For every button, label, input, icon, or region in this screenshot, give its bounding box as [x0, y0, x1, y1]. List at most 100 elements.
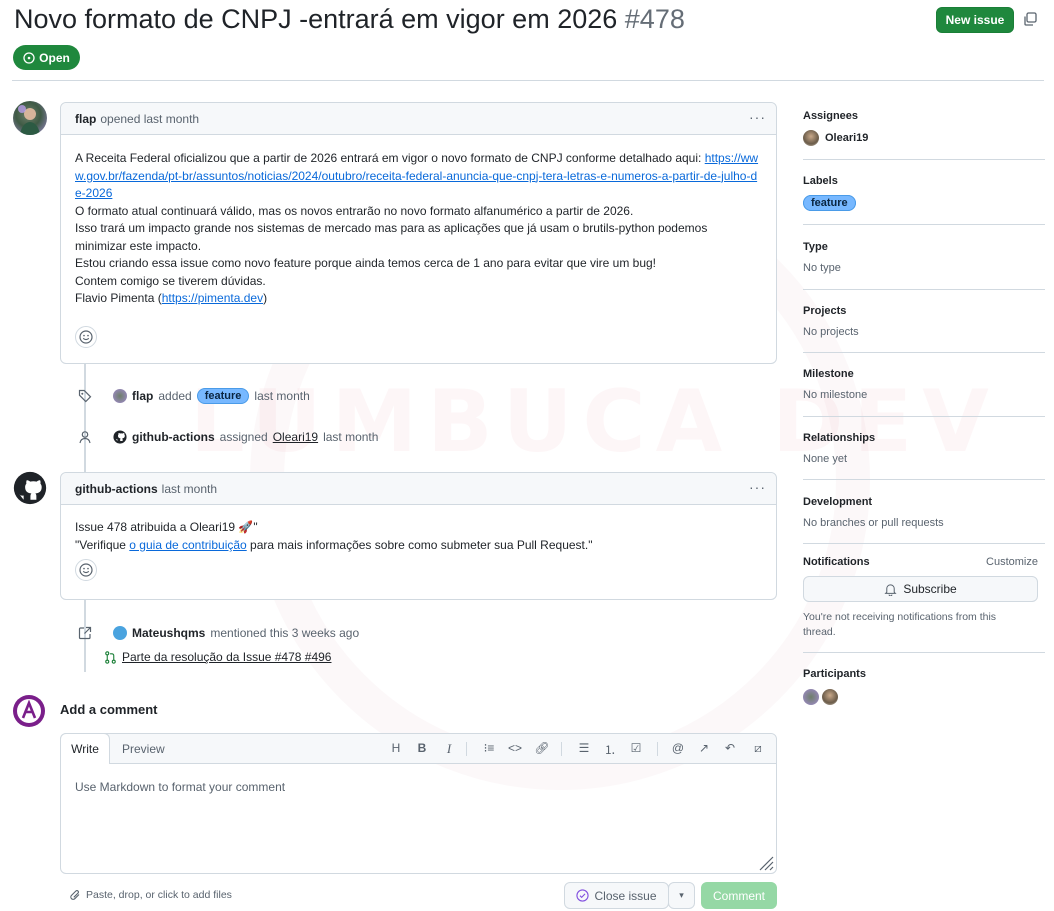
- sidebar-heading[interactable]: Relationships: [803, 432, 1045, 444]
- comment-button[interactable]: Comment: [701, 882, 777, 909]
- resize-handle-icon[interactable]: [754, 851, 774, 871]
- kebab-menu-icon[interactable]: ···: [749, 109, 766, 125]
- avatar[interactable]: [13, 101, 47, 135]
- sidebar-heading[interactable]: Labels: [803, 175, 1045, 187]
- quote-icon[interactable]: ⁝≡: [481, 741, 497, 755]
- timeline-event-labeled: flap added feature last month: [77, 388, 310, 404]
- participant-avatar[interactable]: [822, 689, 838, 705]
- comment-body: Issue 478 atribuida a Oleari19 🚀" "Verif…: [61, 505, 776, 593]
- github-actions-avatar[interactable]: [13, 471, 47, 505]
- label-badge[interactable]: feature: [196, 388, 250, 404]
- close-issue-button[interactable]: Close issue: [564, 882, 669, 909]
- close-issue-options-button[interactable]: ▾: [668, 882, 695, 909]
- comment-editor: Write Preview H B I ⁝≡ <> 🔗︎ ☰ ⒈ ☑ @ ↗ ↶…: [60, 733, 777, 874]
- add-comment-heading: Add a comment: [60, 702, 158, 717]
- bold-icon[interactable]: B: [414, 741, 430, 755]
- sidebar-heading: Notifications: [803, 556, 870, 568]
- sidebar-type: Type No type: [803, 241, 1045, 290]
- event-actor[interactable]: github-actions: [132, 430, 215, 444]
- pull-request-icon: [105, 650, 116, 664]
- sidebar-heading[interactable]: Milestone: [803, 368, 1045, 380]
- comment-line: Estou criando essa issue como novo featu…: [75, 256, 657, 270]
- assignee-link[interactable]: Oleari19: [273, 430, 318, 444]
- fullscreen-icon[interactable]: ⧄: [750, 741, 766, 756]
- sidebar-value: No milestone: [803, 389, 868, 401]
- comment-text: A Receita Federal oficializou que a part…: [75, 151, 705, 165]
- avatar[interactable]: [113, 389, 127, 403]
- task-list-icon[interactable]: ☑: [628, 741, 644, 755]
- sidebar-development: Development No branches or pull requests: [803, 496, 1045, 544]
- sidebar-heading[interactable]: Type: [803, 241, 1045, 253]
- comment-meta[interactable]: last month: [162, 482, 217, 496]
- subscribe-button[interactable]: Subscribe: [803, 576, 1038, 602]
- comment-header: flap opened last month ···: [61, 103, 776, 135]
- tag-icon: [77, 388, 93, 404]
- contribution-guide-link[interactable]: o guia de contribuição: [129, 538, 246, 552]
- sidebar-heading[interactable]: Projects: [803, 305, 1045, 317]
- undo-icon[interactable]: ↶: [722, 741, 738, 755]
- sidebar-relationships: Relationships None yet: [803, 432, 1045, 480]
- comment-meta[interactable]: opened last month: [100, 112, 199, 126]
- event-time[interactable]: last month: [254, 389, 309, 403]
- sidebar-labels: Labels feature: [803, 175, 1045, 225]
- current-user-avatar[interactable]: [13, 695, 45, 727]
- signature-text: Flavio Pimenta (: [75, 291, 162, 305]
- comment-author[interactable]: github-actions: [75, 482, 158, 496]
- avatar: [803, 130, 819, 146]
- issue-title: Novo formato de CNPJ -entrará em vigor e…: [14, 4, 685, 35]
- label-badge[interactable]: feature: [803, 195, 856, 211]
- event-action: assigned: [219, 430, 268, 444]
- add-reaction-button[interactable]: [75, 559, 97, 581]
- sidebar-heading[interactable]: Development: [803, 496, 1045, 508]
- comment-text: para mais informações sobre como submete…: [246, 537, 593, 552]
- mention-icon[interactable]: @: [670, 741, 686, 755]
- italic-icon[interactable]: I: [441, 741, 457, 757]
- customize-link[interactable]: Customize: [986, 556, 1038, 568]
- comment-line: Issue 478 atribuida a Oleari19 🚀": [75, 520, 258, 534]
- ordered-list-icon[interactable]: ⒈: [602, 741, 618, 758]
- comment-paragraph: A Receita Federal oficializou que a part…: [75, 150, 762, 203]
- timeline-event-assigned: github-actions assigned Oleari19 last mo…: [77, 429, 378, 445]
- comment-author[interactable]: flap: [75, 112, 96, 126]
- timeline-line: [84, 364, 86, 472]
- unordered-list-icon[interactable]: ☰: [576, 741, 592, 755]
- comment-text: "Verifique: [75, 537, 130, 552]
- notification-note: You're not receiving notifications from …: [803, 611, 997, 638]
- sidebar-heading[interactable]: Assignees: [803, 110, 1045, 122]
- status-label: Open: [39, 50, 70, 65]
- attach-hint: Paste, drop, or click to add files: [86, 889, 232, 901]
- add-reaction-button[interactable]: [75, 325, 97, 348]
- comment: flap opened last month ··· A Receita Fed…: [60, 102, 777, 364]
- kebab-menu-icon[interactable]: ···: [749, 479, 766, 495]
- github-logo-icon[interactable]: [113, 430, 127, 444]
- new-issue-button[interactable]: New issue: [936, 7, 1014, 33]
- event-actor[interactable]: Mateushqms: [132, 626, 205, 640]
- event-time[interactable]: last month: [323, 430, 378, 444]
- attach-files[interactable]: Paste, drop, or click to add files: [69, 889, 232, 901]
- editor-tabs: Write Preview H B I ⁝≡ <> 🔗︎ ☰ ⒈ ☑ @ ↗ ↶…: [60, 733, 776, 764]
- code-icon[interactable]: <>: [507, 741, 523, 755]
- participant-avatar[interactable]: [803, 689, 819, 705]
- sidebar-value: None yet: [803, 453, 848, 465]
- event-actor[interactable]: flap: [132, 389, 153, 403]
- signature-link[interactable]: https://pimenta.dev: [162, 291, 263, 305]
- sidebar-value: No type: [803, 262, 841, 274]
- comment-textarea[interactable]: Use Markdown to format your comment: [75, 780, 285, 794]
- copy-link-icon[interactable]: [1022, 11, 1038, 27]
- tab-preview[interactable]: Preview: [122, 742, 165, 756]
- tab-write[interactable]: Write: [60, 733, 110, 764]
- smiley-icon: [79, 329, 93, 344]
- sidebar-notifications: Notifications Customize Subscribe You're…: [803, 556, 1045, 653]
- comment-line: "Verifique o guia de contribuição para m…: [75, 537, 762, 555]
- avatar[interactable]: [113, 626, 127, 640]
- event-action: mentioned this 3 weeks ago: [210, 626, 360, 640]
- cross-reference-icon[interactable]: ↗: [696, 741, 712, 755]
- comment-line: Isso trará um impacto grande nos sistema…: [75, 221, 708, 253]
- timeline-event-mentioned: Mateushqms mentioned this 3 weeks ago: [77, 625, 359, 641]
- sidebar-projects: Projects No projects: [803, 305, 1045, 353]
- link-icon[interactable]: 🔗︎: [534, 741, 550, 755]
- pull-request-link[interactable]: Parte da resolução da Issue #478 #496: [122, 650, 331, 664]
- assignee-item[interactable]: Oleari19: [803, 130, 1045, 146]
- heading-icon[interactable]: H: [388, 741, 404, 755]
- referenced-pull-request: Parte da resolução da Issue #478 #496: [104, 650, 331, 664]
